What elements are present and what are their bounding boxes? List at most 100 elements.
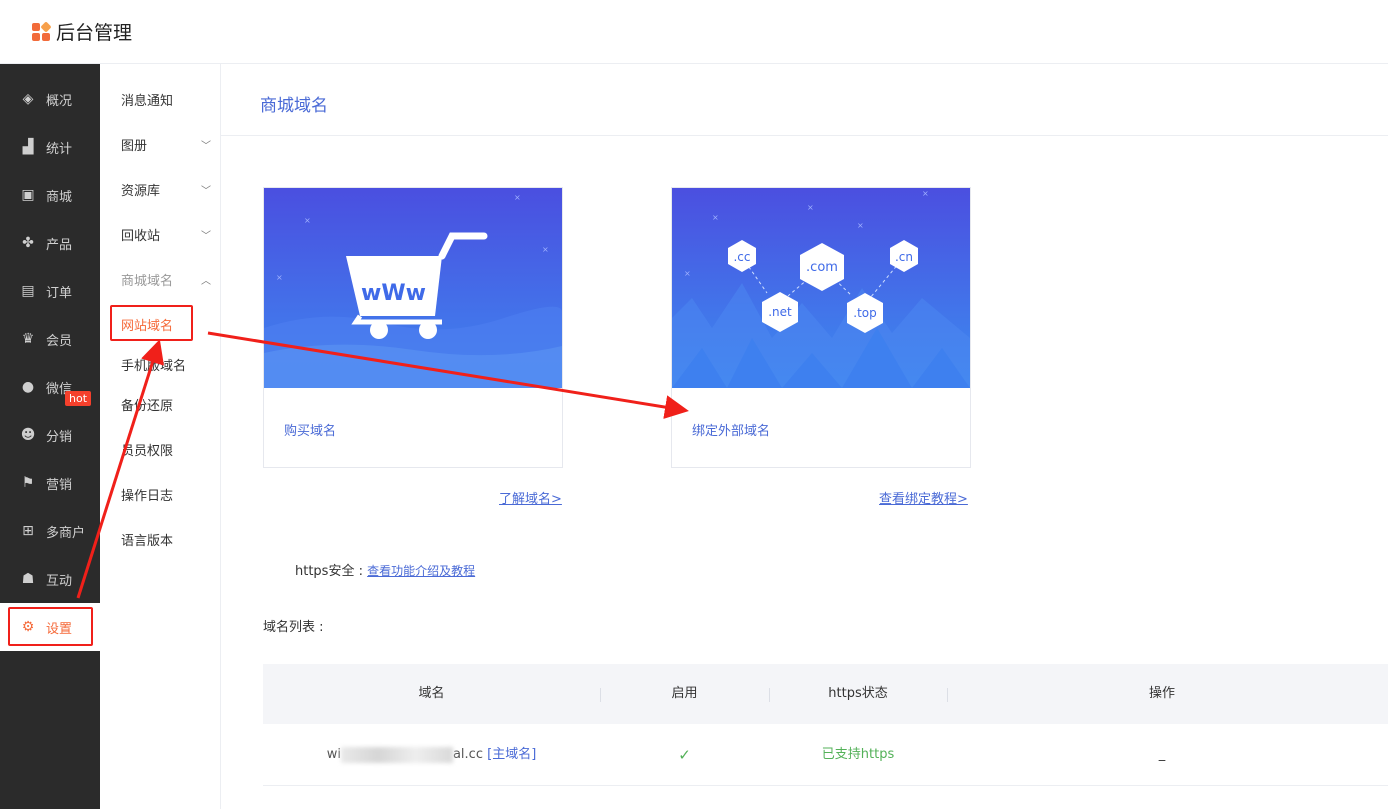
subnav-label: 备份还原 — [121, 398, 174, 414]
www-text: wWw — [361, 281, 426, 306]
flag-icon: ⚑ — [21, 475, 35, 491]
sidebar-item-distribution[interactable]: ☻ 分销 — [0, 411, 100, 459]
https-label: https安全 : — [295, 564, 363, 579]
chevron-down-icon: ﹀ — [201, 230, 211, 242]
main-content: 商城域名 × × × × wWw 购买域名 了解域名> × × × × × .c… — [221, 64, 1388, 809]
sidebar-item-interaction[interactable]: ☗ 互动 — [0, 555, 100, 603]
chevron-down-icon: ﹀ — [201, 140, 211, 152]
subnav-item-mobile-domain[interactable]: 手机版域名 — [121, 354, 211, 374]
subnav-label: 语言版本 — [121, 533, 174, 549]
top-bar: 后台管理 — [0, 0, 1388, 64]
domain-list-label: 域名列表 : — [263, 620, 324, 635]
sidebar-item-store[interactable]: ▣ 商城 — [0, 171, 100, 219]
subnav-item-recycle[interactable]: 回收站 ﹀ — [121, 224, 211, 244]
sidebar-item-members[interactable]: ♛ 会员 — [0, 315, 100, 363]
col-domain: 域名 — [418, 686, 445, 701]
table-row: wi al.cc [主域名] ✓ 已支持https _ — [263, 724, 1388, 786]
buy-domain-caption[interactable]: 购买域名 — [284, 420, 336, 439]
svg-text:×: × — [684, 269, 691, 278]
sidebar-item-label: 统计 — [46, 141, 73, 157]
svg-text:×: × — [922, 189, 929, 198]
svg-text:×: × — [276, 273, 283, 282]
sidebar-item-stats[interactable]: ▟ 统计 — [0, 123, 100, 171]
row-action[interactable]: _ — [947, 724, 1377, 786]
sidebar-item-label: 商城 — [46, 189, 73, 205]
shop-add-icon: ⊞ — [22, 523, 34, 539]
hot-badge: hot — [65, 391, 92, 406]
sidebar-item-products[interactable]: ✤ 产品 — [0, 219, 100, 267]
subnav-label: 商城域名 — [121, 273, 174, 289]
subnav-item-backup[interactable]: 备份还原 — [121, 394, 211, 414]
svg-text:×: × — [542, 245, 549, 254]
subnav-label: 回收站 — [121, 228, 161, 244]
chevron-down-icon: ﹀ — [201, 185, 211, 197]
badge-cn: .cn — [895, 250, 913, 264]
https-row: https安全 : 查看功能介绍及教程 — [295, 560, 475, 579]
svg-text:×: × — [712, 213, 719, 222]
divider — [221, 135, 1388, 136]
sidebar-item-label: 多商户 — [46, 525, 86, 541]
badge-top: .top — [853, 306, 876, 320]
badge-cc: .cc — [733, 250, 750, 264]
subnav-label: 资源库 — [121, 183, 161, 199]
learn-domain-link[interactable]: 了解域名> — [499, 488, 562, 507]
subnav-item-permissions[interactable]: 员员权限 — [121, 439, 211, 459]
grid-icon: ✤ — [22, 235, 34, 251]
sidebar-item-label: 互动 — [46, 573, 73, 589]
logo-icon — [32, 20, 52, 41]
subnav-label: 员员权限 — [121, 443, 174, 459]
check-icon[interactable]: ✓ — [600, 724, 769, 786]
chevron-up-icon: ︿ — [201, 275, 211, 287]
subnav-item-logs[interactable]: 操作日志 — [121, 484, 211, 504]
sidebar-item-label: 会员 — [46, 333, 73, 349]
subnav-item-store-domain[interactable]: 商城域名 ︿ — [121, 269, 211, 289]
domain-cell: wi al.cc [主域名] — [263, 724, 600, 786]
svg-text:×: × — [857, 221, 864, 230]
primary-domain-tag: [主域名] — [487, 747, 537, 762]
wechat-icon: ● — [21, 379, 35, 395]
sidebar-item-overview[interactable]: ◈ 概况 — [0, 75, 100, 123]
redacted-block — [340, 746, 453, 763]
highlight-website-domain — [110, 305, 193, 341]
sidebar-item-label: 产品 — [46, 237, 73, 253]
svg-text:×: × — [807, 203, 814, 212]
subnav-label: 手机版域名 — [121, 358, 187, 374]
binding-tutorial-link[interactable]: 查看绑定教程> — [879, 488, 968, 507]
store-icon: ▣ — [21, 187, 35, 203]
domain-prefix: wi — [326, 747, 341, 762]
bind-domain-card[interactable]: × × × × × .cc .com .cn .net .top 绑定外部域名 — [671, 187, 971, 468]
interact-icon: ☗ — [21, 571, 35, 587]
buy-domain-card[interactable]: × × × × wWw 购买域名 — [263, 187, 563, 468]
primary-sidebar: ◈ 概况 ▟ 统计 ▣ 商城 ✤ 产品 ▤ 订单 ♛ 会员 ● 微信 ☻ 分销 ⚑ 营销 ⊞ 多商户… — [0, 64, 100, 809]
page-title: 商城域名 — [260, 96, 328, 116]
svg-text:×: × — [514, 193, 521, 202]
sidebar-item-label: 分销 — [46, 429, 73, 445]
brand-title: 后台管理 — [56, 22, 133, 44]
table-header: 域名 启用 https状态 操作 — [263, 664, 1388, 724]
https-tutorial-link[interactable]: 查看功能介绍及教程 — [367, 564, 475, 578]
subnav-label: 操作日志 — [121, 488, 174, 504]
highlight-settings — [8, 607, 93, 646]
subnav-label: 图册 — [121, 138, 148, 154]
chart-icon: ▟ — [22, 139, 34, 155]
sidebar-item-orders[interactable]: ▤ 订单 — [0, 267, 100, 315]
col-https: https状态 — [828, 686, 888, 701]
sidebar-item-multi-merchant[interactable]: ⊞ 多商户 — [0, 507, 100, 555]
sidebar-item-marketing[interactable]: ⚑ 营销 — [0, 459, 100, 507]
sidebar-item-label: 营销 — [46, 477, 73, 493]
badge-net: .net — [768, 305, 792, 319]
bind-domain-caption[interactable]: 绑定外部域名 — [692, 420, 770, 439]
sidebar-item-label: 订单 — [46, 285, 73, 301]
crown-icon: ♛ — [21, 331, 35, 347]
col-enabled: 启用 — [671, 686, 698, 701]
subnav-item-notifications[interactable]: 消息通知 — [121, 89, 211, 109]
clipboard-icon: ▤ — [21, 283, 35, 299]
subnav-item-album[interactable]: 图册 ﹀ — [121, 134, 211, 154]
subnav-item-resources[interactable]: 资源库 ﹀ — [121, 179, 211, 199]
https-status: 已支持https — [821, 747, 895, 762]
col-actions: 操作 — [1148, 686, 1175, 701]
svg-text:×: × — [304, 216, 311, 225]
domain-suffix: al.cc — [452, 747, 483, 762]
subnav-item-language[interactable]: 语言版本 — [121, 529, 211, 549]
domains-banner: × × × × × .cc .com .cn .net .top — [672, 188, 970, 388]
